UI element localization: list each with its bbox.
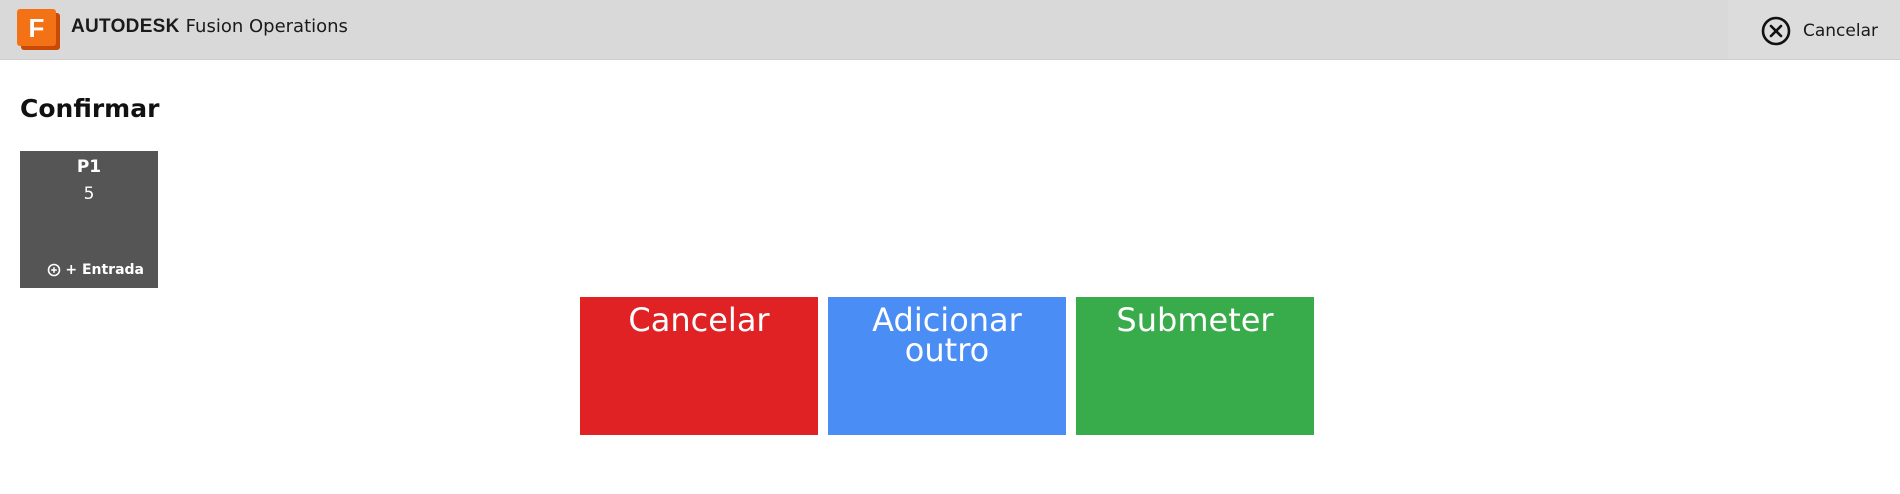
product-name: Fusion Operations (185, 16, 348, 37)
page-title: Confirmar (20, 94, 160, 123)
tile-title: P1 (76, 157, 102, 177)
close-circle-icon (1761, 16, 1791, 46)
company-name: AUTODESK (71, 16, 180, 37)
header-cancel-button[interactable]: Cancelar (1761, 16, 1878, 46)
cancel-button[interactable]: Cancelar (580, 297, 818, 435)
add-another-button[interactable]: Adicionar outro (828, 297, 1066, 435)
logo-letter: F (29, 13, 45, 43)
tile-entry-link[interactable]: + Entrada (47, 262, 144, 278)
submit-button-label: Submeter (1116, 301, 1274, 339)
add-another-label-line2: outro (904, 331, 990, 369)
app-brand: AUTODESK Fusion Operations (71, 14, 348, 39)
submit-button[interactable]: Submeter (1076, 297, 1314, 435)
fusion-logo-icon: F (17, 9, 60, 50)
add-circle-icon (48, 263, 61, 277)
item-tile-p1[interactable]: P1 5 + Entrada (20, 151, 158, 288)
header-cancel-label: Cancelar (1803, 21, 1878, 41)
cancel-button-label: Cancelar (628, 301, 770, 339)
tile-value: 5 (83, 184, 95, 204)
app-header: F AUTODESK Fusion Operations Cancelar (0, 0, 1900, 60)
tile-entry-label: + Entrada (65, 262, 144, 278)
